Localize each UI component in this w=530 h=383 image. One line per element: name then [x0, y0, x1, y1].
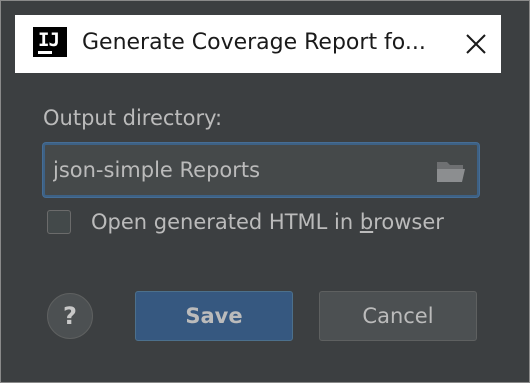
title-bar: IJ Generate Coverage Report fo...	[15, 15, 501, 73]
output-directory-input[interactable]	[53, 151, 423, 189]
checkbox-label-before: Open generated HTML in	[91, 210, 360, 234]
cancel-button[interactable]: Cancel	[319, 291, 477, 341]
save-button[interactable]: Save	[135, 291, 293, 341]
help-button[interactable]: ?	[47, 293, 93, 339]
intellij-icon: IJ	[33, 27, 67, 57]
close-button[interactable]	[459, 27, 493, 61]
window-title: Generate Coverage Report fo...	[82, 29, 426, 55]
open-in-browser-label: Open generated HTML in browser	[91, 209, 444, 235]
app-icon-text: IJ	[38, 29, 60, 51]
checkbox-label-mnemonic: b	[359, 210, 374, 234]
folder-icon	[437, 162, 465, 182]
generate-coverage-report-dialog: IJ Generate Coverage Report fo... Output…	[0, 0, 530, 383]
open-in-browser-option[interactable]: Open generated HTML in browser	[47, 209, 444, 235]
browse-folder-button[interactable]	[435, 157, 467, 185]
checkbox-label-after: rowser	[373, 210, 444, 234]
app-icon-bar	[38, 51, 52, 54]
dialog-body: Output directory: Open generated HTML in…	[15, 73, 501, 361]
help-icon: ?	[63, 302, 77, 330]
output-directory-field[interactable]	[43, 143, 479, 197]
output-directory-label: Output directory:	[43, 106, 223, 130]
open-in-browser-checkbox[interactable]	[47, 210, 71, 234]
close-icon	[466, 34, 486, 54]
